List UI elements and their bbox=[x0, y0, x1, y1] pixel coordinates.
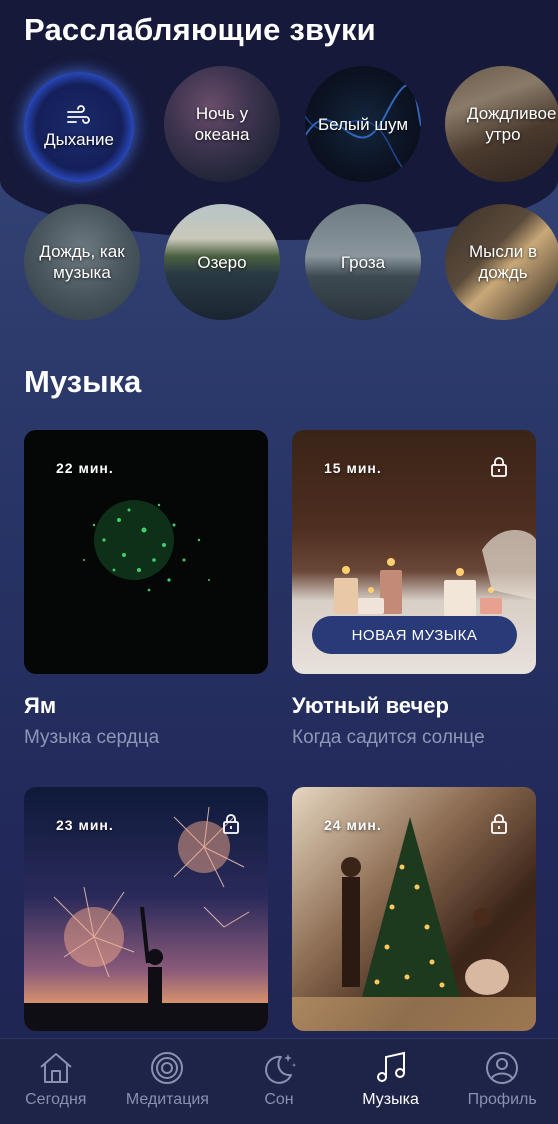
tab-profile[interactable]: Профиль bbox=[446, 1039, 558, 1124]
tab-meditation[interactable]: Медитация bbox=[112, 1039, 224, 1124]
sound-label: Гроза bbox=[340, 252, 386, 272]
tab-label: Сон bbox=[264, 1091, 294, 1108]
music-title: Уютный вечер bbox=[292, 693, 449, 718]
duration-label: 22 мин. bbox=[56, 460, 114, 476]
music-card-fireworks[interactable]: 23 мин. bbox=[24, 787, 268, 1031]
sound-breathing[interactable]: Дыхание bbox=[24, 72, 134, 182]
music-title: Ям bbox=[24, 693, 57, 718]
sound-white-noise[interactable]: Белый шум bbox=[305, 66, 421, 182]
sound-ocean-night[interactable]: Ночь у океана bbox=[164, 66, 280, 182]
music-card-christmas[interactable]: 24 мин. bbox=[292, 787, 536, 1031]
tab-label: Профиль bbox=[467, 1091, 537, 1108]
profile-icon bbox=[486, 1052, 519, 1084]
sound-label: Мысли в дождь bbox=[468, 242, 538, 282]
tab-label: Сегодня bbox=[25, 1091, 87, 1108]
sounds-row-2: Дождь, как музыка Озеро Гроза Мысли в до… bbox=[24, 204, 558, 322]
sound-rain-thoughts[interactable]: Мысли в дождь bbox=[445, 204, 558, 320]
music-subtitle: Музыка сердца bbox=[24, 727, 160, 748]
sounds-section-title: Расслабляющие звуки bbox=[24, 12, 376, 47]
music-subtitle: Когда садится солнце bbox=[292, 727, 485, 748]
sounds-row-1: Дыхание Ночь у океана Белый шум Дождливо… bbox=[24, 66, 558, 184]
sound-lake[interactable]: Озеро bbox=[164, 204, 280, 320]
sound-rainy-morning[interactable]: Дождливое утро bbox=[445, 66, 558, 182]
moon-icon bbox=[265, 1054, 296, 1084]
music-section-title: Музыка bbox=[24, 364, 142, 399]
sound-label: Озеро bbox=[197, 252, 247, 272]
music-note-icon bbox=[376, 1051, 405, 1082]
lock-icon bbox=[491, 814, 507, 834]
meditation-icon bbox=[151, 1052, 184, 1084]
sound-label: Дыхание bbox=[44, 129, 114, 149]
tab-sleep[interactable]: Сон bbox=[223, 1039, 335, 1124]
duration-label: 23 мин. bbox=[56, 817, 114, 833]
home-icon bbox=[40, 1053, 72, 1083]
lock-icon bbox=[223, 814, 239, 834]
music-card-cozy-evening[interactable]: 15 мин. НОВАЯ МУЗЫКА bbox=[292, 430, 536, 674]
lock-icon bbox=[491, 457, 507, 477]
sound-label: Ночь у океана bbox=[194, 104, 250, 144]
tab-label: Музыка bbox=[362, 1091, 419, 1108]
wind-icon bbox=[67, 104, 90, 124]
sound-label: Дождь, как музыка bbox=[39, 242, 125, 282]
sound-thunderstorm[interactable]: Гроза bbox=[305, 204, 421, 320]
bottom-tab-bar: Сегодня Медитация Сон Музыка Профиль bbox=[0, 1038, 558, 1124]
music-card-yam[interactable]: 22 мин. bbox=[24, 430, 268, 674]
tab-today[interactable]: Сегодня bbox=[0, 1039, 112, 1124]
duration-label: 15 мин. bbox=[324, 460, 382, 476]
sound-label: Дождливое утро bbox=[467, 104, 557, 144]
sound-label: Белый шум bbox=[317, 114, 409, 134]
sound-rain-music[interactable]: Дождь, как музыка bbox=[24, 204, 140, 320]
duration-label: 24 мин. bbox=[324, 817, 382, 833]
main-content: Расслабляющие звуки Дыхание Ночь у океан… bbox=[0, 0, 558, 1124]
tab-music[interactable]: Музыка bbox=[335, 1039, 447, 1124]
tab-label: Медитация bbox=[125, 1091, 209, 1108]
new-music-badge: НОВАЯ МУЗЫКА bbox=[312, 616, 517, 654]
